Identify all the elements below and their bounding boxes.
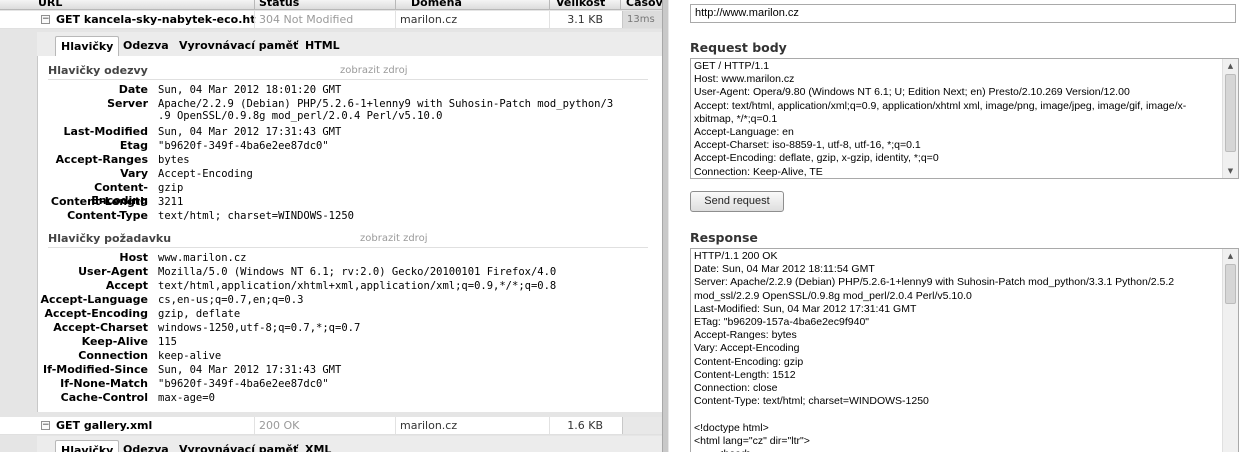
column-domain[interactable]: Doména bbox=[411, 0, 462, 9]
tab-response[interactable]: Odezva bbox=[118, 440, 174, 452]
divider bbox=[48, 79, 648, 80]
scroll-down-icon[interactable]: ▼ bbox=[1223, 164, 1238, 178]
tab-headers[interactable]: Hlavičky bbox=[55, 440, 120, 452]
header-name: Accept-Encoding bbox=[44, 307, 149, 320]
header-name: Vary bbox=[120, 167, 148, 180]
column-size[interactable]: Velikost bbox=[556, 0, 605, 9]
request-headers-title: Hlavičky požadavku bbox=[48, 232, 172, 245]
header-name: Server bbox=[107, 97, 148, 110]
request-body-textarea[interactable]: GET / HTTP/1.1 Host: www.marilon.cz User… bbox=[690, 58, 1239, 179]
header-name: Content-Length bbox=[50, 195, 148, 208]
divider bbox=[48, 247, 648, 248]
request-status: 304 Not Modified bbox=[259, 13, 354, 26]
request-size: 1.6 KB bbox=[567, 419, 603, 432]
header-value: Sun, 04 Mar 2012 18:01:20 GMT bbox=[158, 84, 342, 96]
header-name: Cache-Control bbox=[60, 391, 148, 404]
request-time: 13ms bbox=[627, 14, 655, 25]
request-domain: marilon.cz bbox=[400, 419, 458, 432]
scroll-thumb[interactable] bbox=[1225, 264, 1236, 304]
header-value: www.marilon.cz bbox=[158, 252, 247, 264]
request-tabs: Hlavičky Odezva Vyrovnávací paměť HTML bbox=[37, 32, 662, 56]
header-value: "b9620f-349f-4ba6e2ee87dc0" bbox=[158, 378, 329, 390]
header-name: Keep-Alive bbox=[81, 335, 148, 348]
header-name: Last-Modified bbox=[63, 125, 148, 138]
request-timeline bbox=[622, 417, 662, 434]
header-name: Accept-Language bbox=[40, 293, 148, 306]
response-label: Response bbox=[690, 230, 758, 245]
request-row[interactable]: − GET kancela-sky-nabytek-eco.ht 304 Not… bbox=[0, 11, 662, 29]
header-value: max-age=0 bbox=[158, 392, 215, 404]
header-value: cs,en-us;q=0.7,en;q=0.3 bbox=[158, 294, 304, 306]
column-header: URL Status Doména Velikost Časová bbox=[0, 0, 662, 10]
header-name: If-None-Match bbox=[60, 377, 148, 390]
pane-splitter[interactable] bbox=[662, 0, 669, 452]
tab-xml[interactable]: XML bbox=[300, 440, 336, 452]
request-body-text: GET / HTTP/1.1 Host: www.marilon.cz User… bbox=[694, 60, 1187, 178]
header-value: text/html; charset=WINDOWS-1250 bbox=[158, 210, 354, 222]
header-value: gzip, deflate bbox=[158, 308, 241, 320]
tab-headers[interactable]: Hlavičky bbox=[55, 36, 120, 56]
header-value: Apache/2.2.9 (Debian) PHP/5.2.6-1+lenny9… bbox=[158, 98, 614, 122]
header-value: gzip bbox=[158, 182, 184, 194]
column-timeline[interactable]: Časová bbox=[626, 0, 662, 9]
headers-details: Hlavičky odezvy zobrazit zdroj Date Sun, … bbox=[37, 56, 662, 412]
header-value: windows-1250,utf-8;q=0.7,*;q=0.7 bbox=[158, 322, 361, 334]
request-url: GET kancela-sky-nabytek-eco.ht bbox=[56, 13, 256, 26]
response-text: HTTP/1.1 200 OK Date: Sun, 04 Mar 2012 1… bbox=[694, 250, 1175, 452]
header-name: Host bbox=[119, 251, 148, 264]
scroll-thumb[interactable] bbox=[1225, 74, 1236, 152]
header-name: Accept-Ranges bbox=[55, 153, 148, 166]
header-value: 3211 bbox=[158, 196, 184, 208]
header-name: Connection bbox=[78, 349, 148, 362]
scroll-up-icon[interactable]: ▲ bbox=[1223, 249, 1238, 263]
header-value: keep-alive bbox=[158, 350, 222, 362]
tab-response[interactable]: Odezva bbox=[118, 36, 174, 56]
header-name: User-Agent bbox=[78, 265, 148, 278]
view-source-link[interactable]: zobrazit zdroj bbox=[360, 233, 427, 244]
header-name: Accept-Charset bbox=[53, 321, 148, 334]
scrollbar[interactable]: ▲ bbox=[1222, 249, 1238, 452]
header-name: Content-Type bbox=[67, 209, 148, 222]
request-size: 3.1 KB bbox=[567, 13, 603, 26]
tab-html[interactable]: HTML bbox=[300, 36, 345, 56]
request-timeline: 13ms bbox=[622, 11, 662, 28]
header-name: Accept bbox=[105, 279, 148, 292]
header-name: If-Modified-Since bbox=[43, 363, 148, 376]
response-textarea[interactable]: HTTP/1.1 200 OK Date: Sun, 04 Mar 2012 1… bbox=[690, 248, 1239, 452]
url-input[interactable]: http://www.marilon.cz bbox=[690, 4, 1236, 23]
header-value: Sun, 04 Mar 2012 17:31:43 GMT bbox=[158, 126, 342, 138]
response-headers-title: Hlavičky odezvy bbox=[48, 64, 148, 77]
header-name: Date bbox=[118, 83, 148, 96]
tab-cache[interactable]: Vyrovnávací paměť bbox=[174, 36, 303, 56]
column-url[interactable]: URL bbox=[38, 0, 62, 9]
header-value: Sun, 04 Mar 2012 17:31:43 GMT bbox=[158, 364, 342, 376]
header-value: text/html,application/xhtml+xml,applicat… bbox=[158, 280, 557, 292]
view-source-link[interactable]: zobrazit zdroj bbox=[340, 65, 407, 76]
header-value: 115 bbox=[158, 336, 177, 348]
request-status: 200 OK bbox=[259, 419, 300, 432]
header-value: Accept-Encoding bbox=[158, 168, 253, 180]
column-status[interactable]: Status bbox=[259, 0, 299, 9]
request-row[interactable]: − GET gallery.xml 200 OK marilon.cz 1.6 … bbox=[0, 417, 662, 435]
send-request-button[interactable]: Send request bbox=[690, 191, 784, 212]
header-value: "b9620f-349f-4ba6e2ee87dc0" bbox=[158, 140, 329, 152]
scrollbar[interactable]: ▲ ▼ bbox=[1222, 59, 1238, 178]
header-name: Etag bbox=[119, 139, 148, 152]
header-value: bytes bbox=[158, 154, 190, 166]
net-panel: URL Status Doména Velikost Časová − GET … bbox=[0, 0, 662, 452]
header-value: Mozilla/5.0 (Windows NT 6.1; rv:2.0) Gec… bbox=[158, 266, 557, 278]
collapse-icon[interactable]: − bbox=[41, 15, 50, 24]
request-domain: marilon.cz bbox=[400, 13, 458, 26]
request-url: GET gallery.xml bbox=[56, 419, 153, 432]
tab-cache[interactable]: Vyrovnávací paměť bbox=[174, 440, 303, 452]
collapse-icon[interactable]: − bbox=[41, 421, 50, 430]
http-tester: http://www.marilon.cz Request body GET /… bbox=[669, 0, 1244, 452]
request-body-label: Request body bbox=[690, 40, 787, 55]
scroll-up-icon[interactable]: ▲ bbox=[1223, 59, 1238, 73]
request-tabs: Hlavičky Odezva Vyrovnávací paměť XML bbox=[37, 436, 662, 452]
